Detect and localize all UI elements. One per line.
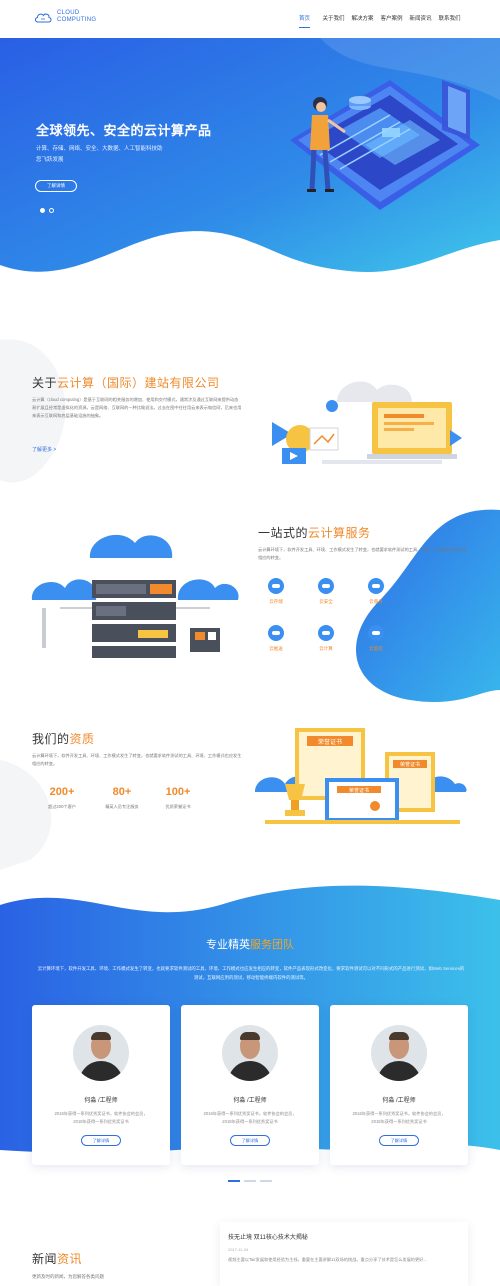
member-details-button[interactable]: 了解详情	[230, 1135, 270, 1146]
service-item-storage[interactable]: 云存储	[258, 578, 294, 605]
team-card: 何淼 /工程师 2016年获得一系列优秀奖证书，软件协会的会员，2018年获得一…	[330, 1005, 468, 1165]
services-illustration	[31, 534, 239, 658]
service-label: 云监控	[369, 646, 383, 651]
avatar	[73, 1025, 129, 1081]
cloud-monitor-icon	[368, 625, 384, 641]
news-item-description: 视频主要以Tair发展和使用经验为主线，重要在主要讲解11双场的挑战。重点分享了…	[228, 1257, 427, 1262]
cloud-logo-icon	[35, 13, 52, 22]
nav-item-news[interactable]: 新闻资讯	[406, 14, 435, 26]
site-header: CLOUD COMPUTING 首页 关于我们 解决方案 客户案例 新闻资讯 联…	[0, 0, 500, 38]
stat-certificates: 100+ 优质荣誉证书	[148, 786, 208, 810]
services-title-prefix: 一站式的	[258, 526, 309, 540]
logo-text: CLOUD COMPUTING	[57, 10, 107, 24]
cloud-push-icon	[268, 625, 284, 641]
about-more-link[interactable]: 了解更多 >	[32, 446, 56, 453]
news-title: 新闻资讯	[32, 1250, 82, 1267]
team-pager	[228, 1180, 272, 1182]
service-label: 云存储	[269, 599, 283, 604]
logo-line-1: CLOUD	[57, 10, 80, 16]
service-label: 云计算	[319, 646, 333, 651]
team-card: 何淼 /工程师 2016年获得一系列优秀奖证书，软件协会的会员，2018年获得一…	[32, 1005, 170, 1165]
service-item-security[interactable]: 云安全	[308, 578, 344, 605]
nav-item-cases[interactable]: 客户案例	[377, 14, 406, 26]
nav-item-solutions[interactable]: 解决方案	[348, 14, 377, 26]
logo-line-2: COMPUTING	[57, 17, 97, 23]
team-title-prefix: 专业精英	[206, 939, 250, 951]
member-details-button[interactable]: 了解详情	[81, 1135, 121, 1146]
nav-item-home[interactable]: 首页	[290, 14, 319, 28]
services-title: 一站式的云计算服务	[258, 524, 371, 541]
qualification-description: 云计算环境下，软件开发工具、环境、工作模式发生了转变，也就要求软件测试的工具、环…	[32, 753, 242, 766]
hero-illustration	[290, 80, 480, 210]
about-description: 云计算（cloud computing）是基于互联网的相关服务的增加、使用和交付…	[32, 397, 242, 418]
member-name: 何淼 /工程师	[84, 1098, 118, 1104]
certificate-label-1: 荣誉证书	[318, 738, 342, 746]
news-item-title[interactable]: 技无止境 双11核心技术大揭秘	[228, 1232, 460, 1241]
hero-subtitle: 计算、存储、网络、安全、大数据、人工智能科技助您飞跃发展	[36, 146, 163, 163]
cloud-service-icon	[368, 578, 384, 594]
news-item[interactable]: 技无止境 双11核心技术大揭秘 2017-11-24 视频主要以Tair发展和使…	[220, 1222, 468, 1286]
cloud-storage-icon	[268, 578, 284, 594]
hero-title: 全球领先、安全的云计算产品	[36, 123, 212, 138]
stat-label: 优质荣誉证书	[165, 804, 191, 809]
stat-value: 80+	[112, 786, 132, 798]
certificates-illustration: 荣誉证书 荣誉证书 荣誉证书	[255, 728, 467, 824]
avatar	[222, 1025, 278, 1081]
logo[interactable]: CLOUD COMPUTING	[34, 10, 107, 24]
avatar	[371, 1025, 427, 1081]
service-label: 云服务	[369, 599, 383, 604]
news-title-prefix: 新闻	[32, 1252, 58, 1266]
nav-item-about[interactable]: 关于我们	[319, 14, 348, 26]
member-description: 2016年获得一系列优秀奖证书，软件协会的会员，2018年获得一系列优秀奖证书	[352, 1111, 446, 1124]
services-title-highlight: 云计算服务	[308, 526, 371, 540]
pager-dot[interactable]	[260, 1180, 272, 1182]
member-name: 何淼 /工程师	[233, 1098, 267, 1104]
cloud-security-icon	[318, 578, 334, 594]
slide-dot-1[interactable]	[40, 208, 45, 213]
service-item-compute[interactable]: 云计算	[308, 625, 344, 652]
about-illustration	[272, 381, 462, 464]
team-description: 云计算环境下，软件开发工具、环境、工作模式发生了转变，也就要求软件测试的工具、环…	[37, 966, 465, 980]
stat-label: 精英人员专注服务	[105, 804, 139, 809]
about-title-highlight: 云计算（国际）建站有限公司	[57, 376, 220, 390]
slide-dot-2[interactable]	[49, 208, 54, 213]
member-description: 2016年获得一系列优秀奖证书，软件协会的会员，2018年获得一系列优秀奖证书	[54, 1111, 148, 1124]
service-item-push[interactable]: 云推送	[258, 625, 294, 652]
news-subtitle: 更新及时的新闻，为您解答各类问题	[32, 1274, 104, 1279]
services-description: 云计算环境下，软件开发工具、环境、工作模式发生了转变，也就要求软件测试的工具、环…	[258, 547, 468, 560]
certificate-label-3: 荣誉证书	[349, 787, 369, 794]
member-name: 何淼 /工程师	[382, 1098, 416, 1104]
service-label: 云推送	[269, 646, 283, 651]
qualification-title: 我们的资质	[32, 730, 95, 747]
services-grid: 云存储 云安全 云服务 云推送 云计算 云监控	[258, 578, 428, 652]
stat-staff: 80+ 精英人员专注服务	[92, 786, 152, 810]
member-details-button[interactable]: 了解详情	[379, 1135, 419, 1146]
team-title: 专业精英服务团队	[0, 936, 500, 952]
qualification-title-prefix: 我们的	[32, 732, 70, 746]
stat-value: 200+	[49, 786, 75, 798]
service-label: 云安全	[319, 599, 333, 604]
service-item-monitor[interactable]: 云监控	[358, 625, 394, 652]
nav-item-contact[interactable]: 联系我们	[435, 14, 464, 26]
certificate-label-2: 荣誉证书	[400, 761, 420, 768]
stat-label: 超过200个客户	[48, 804, 76, 809]
news-item-date: 2017-11-24	[228, 1247, 249, 1252]
stat-value: 100+	[165, 786, 191, 798]
stat-clients: 200+ 超过200个客户	[32, 786, 92, 810]
service-item-service[interactable]: 云服务	[358, 578, 394, 605]
member-description: 2016年获得一系列优秀奖证书，软件协会的会员，2018年获得一系列优秀奖证书	[203, 1111, 297, 1124]
about-title: 关于云计算（国际）建站有限公司	[32, 374, 220, 391]
pager-dot[interactable]	[244, 1180, 256, 1182]
news-title-highlight: 资讯	[57, 1252, 83, 1266]
cloud-compute-icon	[318, 625, 334, 641]
team-card: 何淼 /工程师 2016年获得一系列优秀奖证书，软件协会的会员，2018年获得一…	[181, 1005, 319, 1165]
pager-dot-active[interactable]	[228, 1180, 240, 1182]
qualification-title-highlight: 资质	[69, 732, 95, 746]
hero-details-button[interactable]: 了解详情	[35, 180, 77, 192]
main-nav: 首页 关于我们 解决方案 客户案例 新闻资讯 联系我们	[290, 14, 464, 28]
about-title-prefix: 关于	[32, 376, 58, 390]
team-title-highlight: 服务团队	[250, 939, 294, 951]
